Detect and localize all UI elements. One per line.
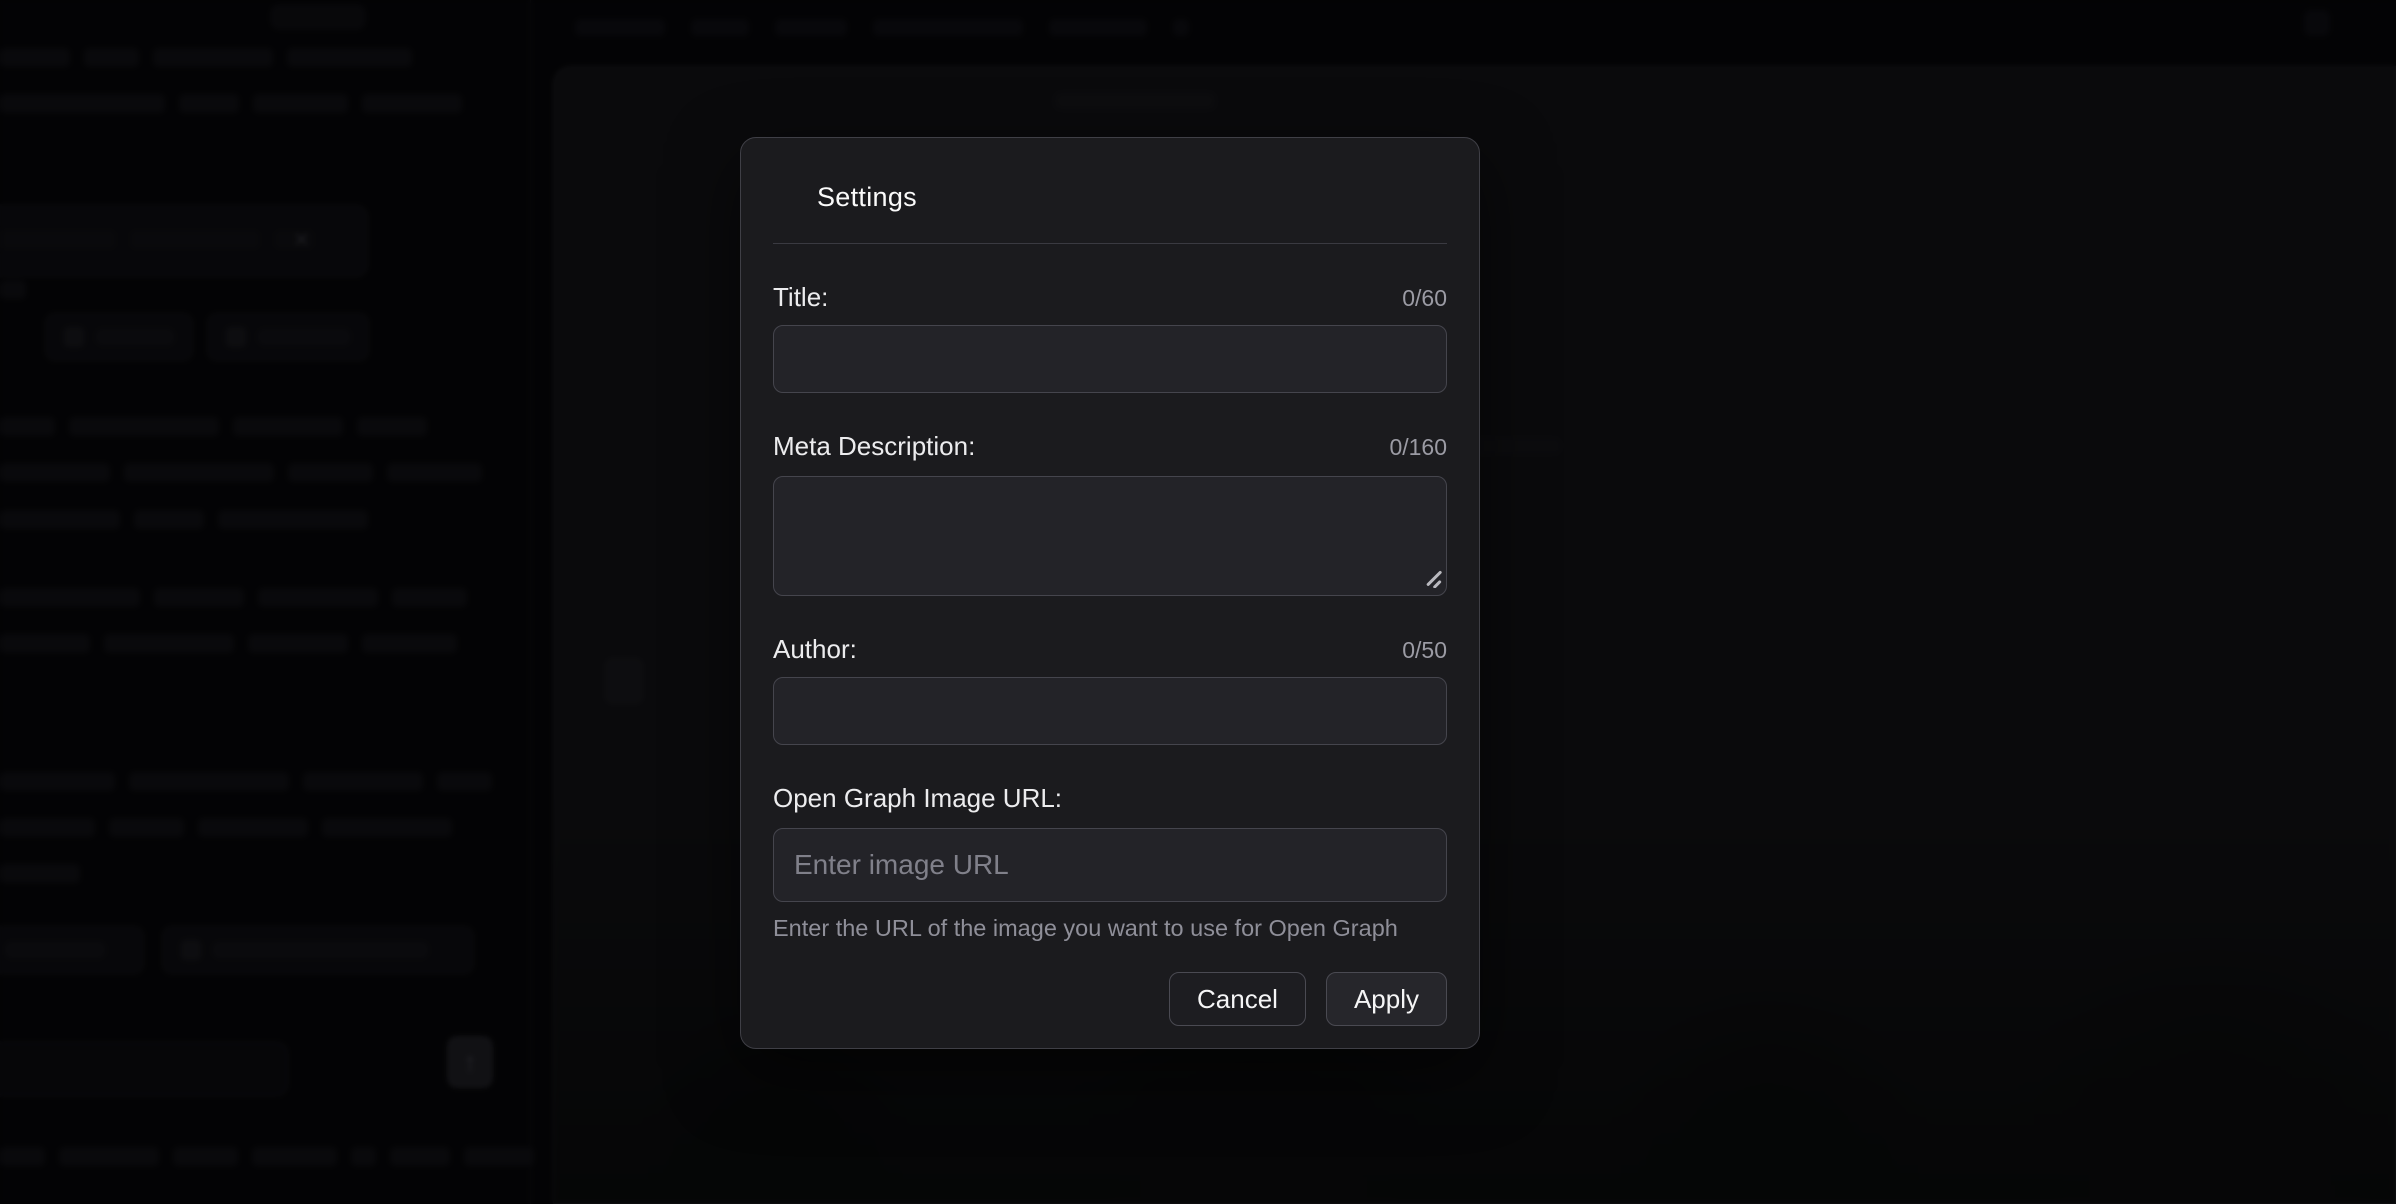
dialog-title: Settings (817, 182, 1447, 213)
og-image-url-helper-text: Enter the URL of the image you want to u… (773, 915, 1447, 942)
author-char-counter: 0/50 (1402, 636, 1447, 664)
author-label: Author: (773, 634, 857, 664)
resize-handle-icon[interactable] (1424, 570, 1442, 588)
title-label: Title: (773, 282, 828, 312)
og-image-url-input[interactable] (773, 828, 1447, 902)
meta-description-label: Meta Description: (773, 431, 975, 461)
meta-description-textarea[interactable] (773, 476, 1447, 596)
cancel-button[interactable]: Cancel (1169, 972, 1306, 1026)
settings-dialog: Settings Title: 0/60 Meta Description: 0… (740, 137, 1480, 1049)
meta-description-char-counter: 0/160 (1389, 433, 1447, 461)
title-input[interactable] (773, 325, 1447, 393)
divider (773, 243, 1447, 244)
author-input[interactable] (773, 677, 1447, 745)
apply-button[interactable]: Apply (1326, 972, 1447, 1026)
title-char-counter: 0/60 (1402, 284, 1447, 312)
og-image-url-label: Open Graph Image URL: (773, 783, 1062, 813)
